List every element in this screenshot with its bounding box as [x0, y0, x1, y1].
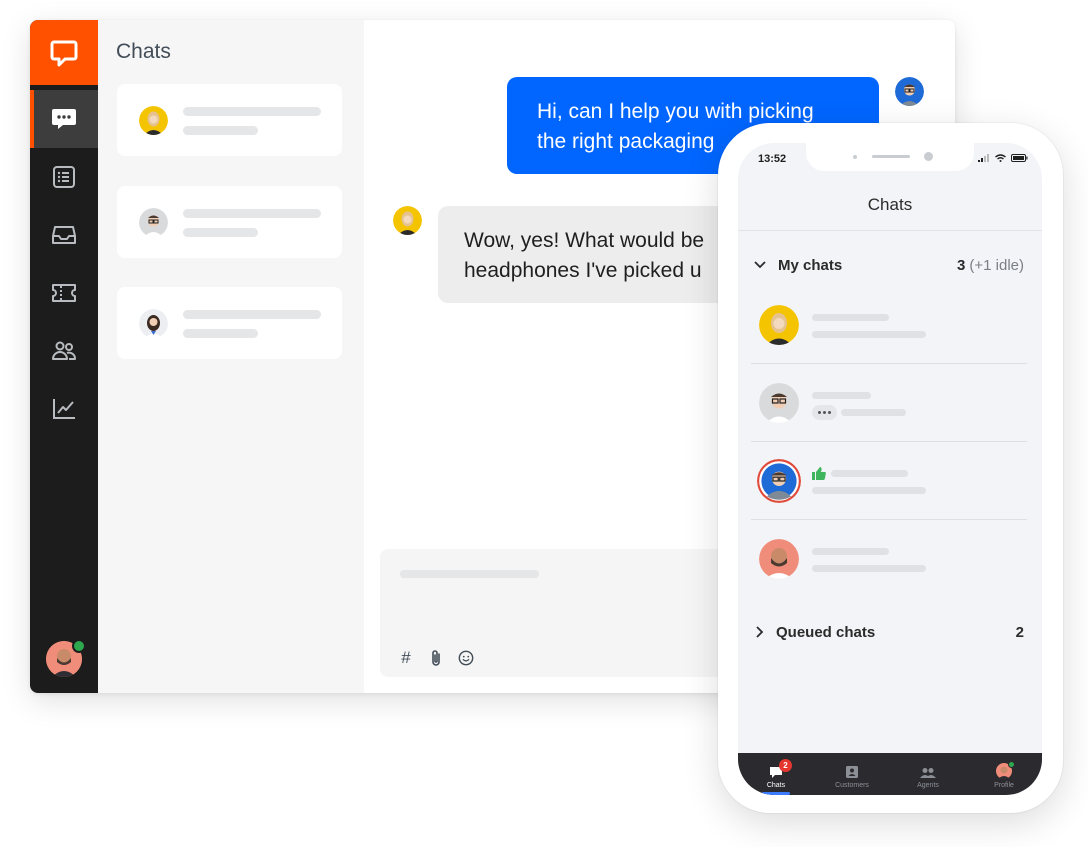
ticket-icon [52, 284, 76, 302]
mobile-chat-item-selected[interactable] [751, 442, 1027, 520]
tab-label: Chats [766, 782, 786, 789]
tab-chats[interactable]: 2 Chats [738, 753, 814, 795]
skeleton-line [183, 310, 321, 319]
reports-icon [53, 399, 75, 419]
skeleton-line [812, 314, 889, 321]
my-chats-section-header[interactable]: My chats 3 (+1 idle) [754, 253, 1024, 277]
mobile-phone-frame: 13:52 Chats My chats 3 (+1 idle) Queued … [718, 123, 1063, 813]
status-icons [978, 154, 1028, 162]
skeleton-line [183, 329, 258, 338]
status-time: 13:52 [758, 153, 787, 165]
nav-chats[interactable] [30, 90, 98, 148]
thumbs-up-icon [812, 467, 826, 480]
list-icon [53, 166, 75, 188]
customer-avatar-bearded [759, 539, 799, 579]
agents-icon [920, 768, 936, 778]
customer-avatar-blonde [139, 106, 168, 135]
mobile-chat-item[interactable] [751, 286, 1027, 364]
nav-reports[interactable] [30, 380, 98, 438]
composer-toolbar: # [398, 648, 474, 667]
profile-avatar [996, 761, 1015, 779]
skeleton-line [183, 126, 258, 135]
tab-label: Profile [994, 782, 1014, 789]
tab-label: Agents [917, 782, 939, 789]
chevron-right-icon [756, 626, 764, 638]
skeleton-line [812, 565, 926, 572]
notch-speaker [872, 155, 910, 158]
hash-icon[interactable]: # [398, 648, 414, 667]
customer-avatar-glasses [759, 383, 799, 423]
my-chats-count: 3 [957, 256, 966, 274]
nav-archives[interactable] [30, 148, 98, 206]
notch-sensor [853, 155, 857, 159]
queued-chats-section-header[interactable]: Queued chats 2 [754, 620, 1024, 644]
nav-customers[interactable] [30, 322, 98, 380]
queued-chats-count: 2 [1015, 623, 1024, 641]
nav-tickets[interactable] [30, 264, 98, 322]
skeleton-line [831, 470, 908, 477]
tab-label: Customers [835, 782, 869, 789]
nav-inbox[interactable] [30, 206, 98, 264]
mobile-screen-title: Chats [867, 195, 913, 214]
user-avatar[interactable] [46, 639, 86, 677]
online-status-dot [72, 639, 86, 653]
skeleton-line [812, 548, 889, 555]
agent-avatar [895, 77, 924, 106]
livechat-logo[interactable] [30, 20, 98, 85]
skeleton-line [183, 107, 321, 116]
skeleton-line [841, 409, 906, 416]
side-navigation [30, 20, 98, 693]
tab-profile[interactable]: Profile [966, 753, 1042, 795]
skeleton-line [183, 228, 258, 237]
tab-customers[interactable]: Customers [814, 753, 890, 795]
my-chats-label: My chats [778, 256, 843, 274]
chat-list-panel: Chats [98, 20, 364, 693]
queued-chats-label: Queued chats [776, 623, 876, 641]
tab-agents[interactable]: Agents [890, 753, 966, 795]
logo-icon [50, 40, 78, 66]
signal-icon [978, 154, 989, 162]
customer-message-avatar [393, 206, 422, 235]
customer-avatar-agent [757, 459, 801, 503]
chat-list-item[interactable] [117, 84, 342, 156]
chat-list-title: Chats [116, 40, 171, 63]
skeleton-line [183, 209, 321, 218]
battery-icon [1011, 154, 1028, 162]
customers-icon [52, 341, 76, 360]
paperclip-icon[interactable] [428, 649, 444, 667]
my-chats-idle-count: (+1 idle) [969, 256, 1024, 274]
customer-avatar-glasses [139, 208, 168, 237]
chevron-down-icon [754, 261, 766, 269]
typing-indicator [812, 405, 837, 420]
header-divider [738, 230, 1042, 231]
mobile-chat-item[interactable] [751, 364, 1027, 442]
notch-camera [924, 152, 933, 161]
mobile-tab-bar: 2 Chats Customers Agents Profile [738, 753, 1042, 795]
skeleton-line [812, 392, 871, 399]
inbox-icon [52, 226, 76, 244]
chat-list-item[interactable] [117, 186, 342, 258]
contact-card-icon [846, 766, 858, 778]
skeleton-line [812, 487, 926, 494]
phone-notch [806, 143, 974, 171]
customer-avatar-brunette [139, 309, 168, 338]
chats-badge: 2 [779, 759, 792, 772]
wifi-icon [995, 154, 1006, 162]
mobile-screen: 13:52 Chats My chats 3 (+1 idle) Queued … [738, 143, 1042, 795]
skeleton-line [812, 331, 926, 338]
emoji-icon[interactable] [458, 649, 474, 667]
online-status-dot [1008, 761, 1015, 768]
chats-icon [52, 109, 76, 129]
customer-avatar-blonde [759, 305, 799, 345]
chat-list-item[interactable] [117, 287, 342, 359]
composer-placeholder [400, 570, 539, 578]
mobile-chat-item[interactable] [751, 520, 1027, 598]
